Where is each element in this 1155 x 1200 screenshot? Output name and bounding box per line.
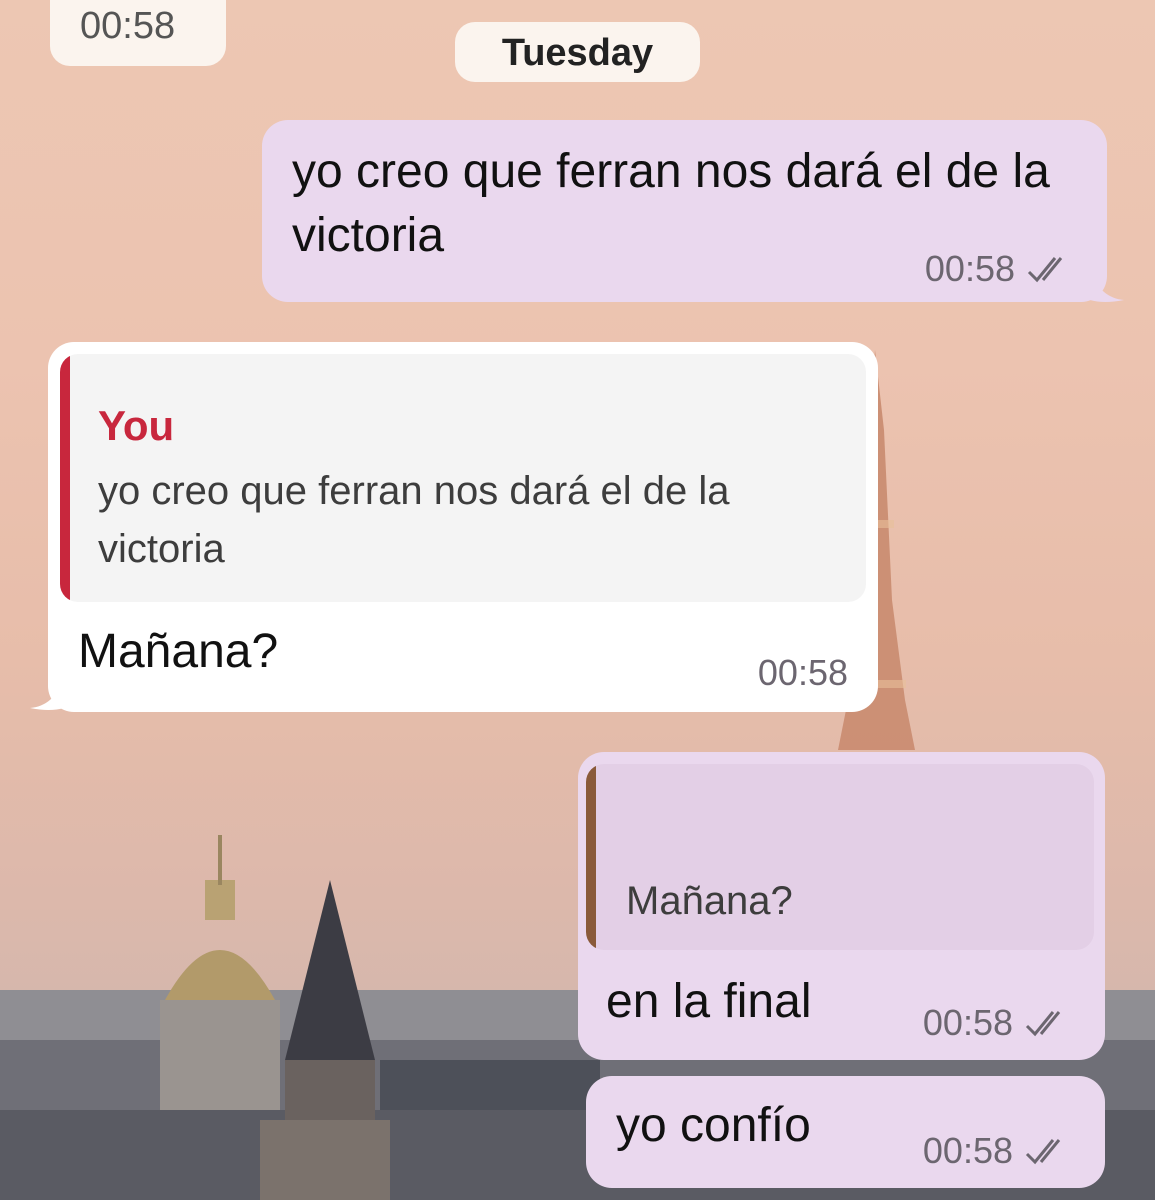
message-meta: 00:58: [923, 1002, 1075, 1044]
message-text: en la final: [606, 975, 812, 1028]
message-meta: 00:58: [923, 1130, 1075, 1172]
message-time: 00:58: [922, 1130, 1013, 1171]
message-time: 00:58: [922, 1002, 1013, 1043]
message-bubble-outgoing[interactable]: yo confío 00:58: [586, 1076, 1105, 1188]
message-bubble-outgoing[interactable]: Mañana? en la final 00:58: [578, 752, 1105, 1060]
bubble-tail: [30, 678, 64, 710]
double-check-icon: [1025, 1139, 1061, 1165]
message-time: 00:58: [924, 248, 1015, 289]
message-bubble-outgoing[interactable]: yo creo que ferran nos dará el de la vic…: [262, 120, 1107, 302]
message-bubble-incoming[interactable]: You yo creo que ferran nos dará el de la…: [48, 342, 878, 712]
time-pill: 00:58: [50, 0, 226, 66]
message-text: Mañana?: [78, 625, 279, 678]
quote-bar: [60, 354, 70, 602]
double-check-icon: [1027, 257, 1063, 283]
message-meta: 00:58: [758, 652, 848, 694]
bubble-tail: [1090, 270, 1124, 302]
message-meta: 00:58: [925, 248, 1077, 290]
quote-author: You: [98, 402, 175, 449]
quote-text: Mañana?: [626, 879, 793, 923]
quoted-message[interactable]: You yo creo que ferran nos dará el de la…: [60, 354, 866, 602]
quote-text: yo creo que ferran nos dará el de la vic…: [98, 469, 730, 571]
time-pill-text: 00:58: [80, 5, 176, 47]
quote-bar: [586, 764, 596, 950]
message-text: yo confío: [616, 1099, 811, 1152]
date-divider: Tuesday: [455, 22, 700, 82]
quoted-message[interactable]: Mañana?: [586, 764, 1094, 950]
double-check-icon: [1025, 1011, 1061, 1037]
message-time: 00:58: [757, 652, 848, 693]
